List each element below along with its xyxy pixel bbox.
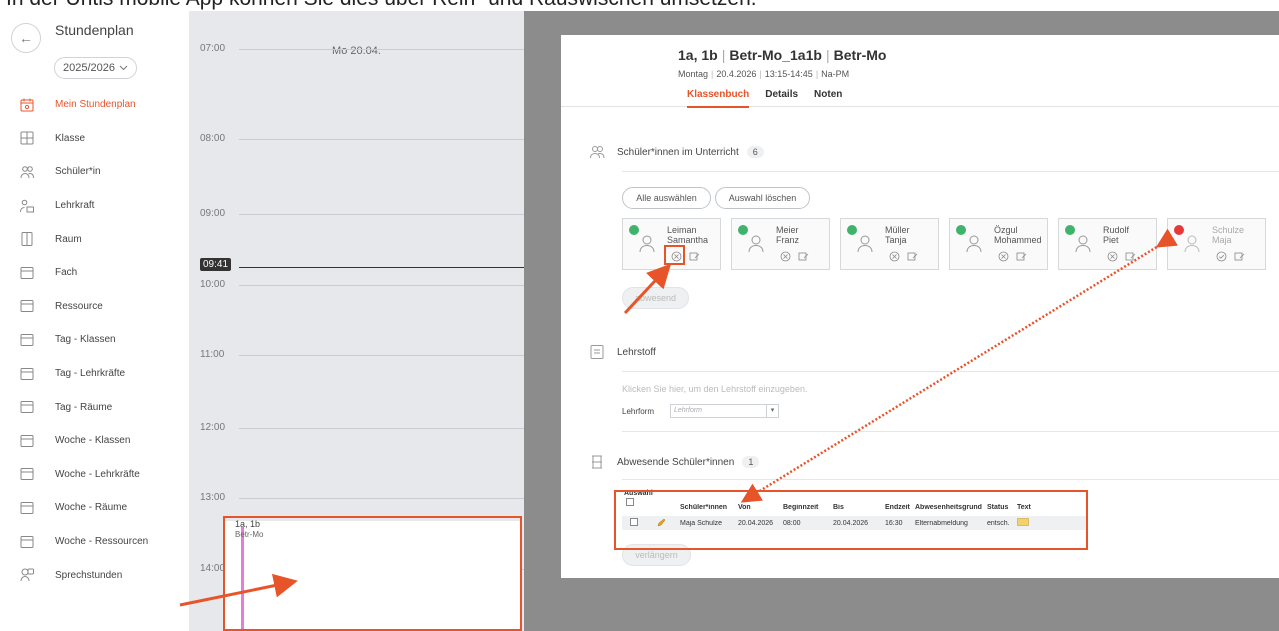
- arrow-student-to-table: [740, 228, 1179, 503]
- annotation-arrows: [179, 228, 1179, 607]
- arrow-to-absent-toggle: [623, 263, 672, 315]
- arrow-to-lesson: [179, 573, 298, 607]
